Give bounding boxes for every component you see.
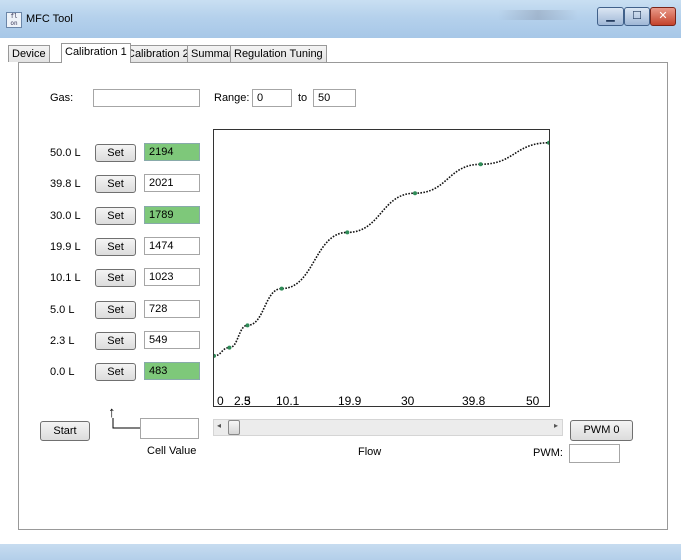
set-button[interactable]: Set bbox=[95, 175, 136, 193]
flow-slider[interactable]: ◂ ▸ bbox=[213, 419, 563, 436]
pwm-input[interactable] bbox=[569, 444, 620, 463]
close-button[interactable]: ✕ bbox=[650, 7, 676, 26]
calibration-value-field[interactable]: 2194 bbox=[144, 143, 200, 161]
tab-device[interactable]: Device bbox=[8, 45, 50, 62]
cell-value-input[interactable] bbox=[140, 418, 199, 439]
elbow-connector-line bbox=[112, 418, 140, 429]
minimize-button[interactable]: ▁ bbox=[597, 7, 624, 26]
tab-calibration-2[interactable]: Calibration 2 bbox=[123, 45, 193, 62]
calibration-flow-label: 2.3 L bbox=[50, 335, 75, 347]
calibration-point bbox=[547, 140, 549, 145]
calibration-flow-label: 10.1 L bbox=[50, 272, 81, 284]
range-to-input[interactable]: 50 bbox=[313, 89, 356, 107]
calibration-flow-label: 19.9 L bbox=[50, 241, 81, 253]
cell-value-label: Cell Value bbox=[147, 445, 197, 457]
start-button[interactable]: Start bbox=[40, 421, 90, 441]
calibration-point bbox=[227, 345, 232, 350]
calibration-point bbox=[478, 162, 483, 167]
x-tick-label: 30 bbox=[401, 394, 415, 408]
tab-regulation-tuning[interactable]: Regulation Tuning bbox=[230, 45, 327, 62]
range-label: Range: bbox=[214, 92, 250, 104]
calibration-curve bbox=[214, 141, 549, 357]
maximize-button[interactable]: ☐ bbox=[624, 7, 650, 26]
calibration-value-field[interactable]: 728 bbox=[144, 300, 200, 318]
calibration-flow-label: 39.8 L bbox=[50, 178, 81, 190]
calibration-flow-label: 5.0 L bbox=[50, 304, 75, 316]
blurred-title-text bbox=[498, 10, 578, 20]
set-button[interactable]: Set bbox=[95, 238, 136, 256]
x-tick-label: 10.1 bbox=[276, 394, 300, 408]
set-button[interactable]: Set bbox=[95, 207, 136, 225]
calibration-value-field[interactable]: 2021 bbox=[144, 174, 200, 192]
calibration-value-field[interactable]: 1474 bbox=[144, 237, 200, 255]
window-bottom-frame bbox=[0, 544, 681, 560]
window-title: MFC Tool bbox=[26, 13, 73, 25]
x-tick-label: 5 bbox=[244, 394, 251, 408]
pwm-label: PWM: bbox=[533, 447, 563, 459]
set-button[interactable]: Set bbox=[95, 332, 136, 350]
calibration-point bbox=[279, 286, 284, 291]
calibration-point bbox=[413, 191, 417, 196]
calibration-flow-label: 50.0 L bbox=[50, 147, 81, 159]
range-to-label: to bbox=[298, 92, 308, 104]
flow-label: Flow bbox=[358, 446, 382, 458]
title-bar: fl on MFC Tool ▁ ☐ ✕ bbox=[0, 0, 681, 38]
gas-input[interactable] bbox=[93, 89, 200, 107]
slider-right-arrow-icon[interactable]: ▸ bbox=[554, 421, 558, 430]
calibration-point bbox=[345, 230, 350, 235]
set-button[interactable]: Set bbox=[95, 269, 136, 287]
calibration-point bbox=[214, 353, 216, 358]
chart-svg bbox=[214, 140, 549, 358]
calibration-value-field[interactable]: 1789 bbox=[144, 206, 200, 224]
pwm-button[interactable]: PWM 0 bbox=[570, 420, 633, 441]
app-icon: fl on bbox=[6, 12, 22, 28]
calibration-flow-label: 0.0 L bbox=[50, 366, 75, 378]
x-tick-label: 0 bbox=[217, 394, 224, 408]
set-button[interactable]: Set bbox=[95, 363, 136, 381]
gas-label: Gas: bbox=[50, 92, 74, 104]
slider-thumb[interactable] bbox=[228, 420, 240, 435]
x-tick-label: 50 bbox=[526, 394, 540, 408]
calibration-flow-label: 30.0 L bbox=[50, 210, 81, 222]
x-tick-label: 39.8 bbox=[462, 394, 486, 408]
app-window: fl on MFC Tool ▁ ☐ ✕ Device Calibration 1… bbox=[0, 0, 681, 560]
calibration-chart bbox=[213, 129, 550, 407]
x-tick-label: 19.9 bbox=[338, 394, 362, 408]
set-button[interactable]: Set bbox=[95, 301, 136, 319]
calibration-value-field[interactable]: 1023 bbox=[144, 268, 200, 286]
range-from-input[interactable]: 0 bbox=[252, 89, 292, 107]
set-button[interactable]: Set bbox=[95, 144, 136, 162]
calibration-value-field[interactable]: 483 bbox=[144, 362, 200, 380]
calibration-point bbox=[245, 323, 250, 328]
calibration-value-field[interactable]: 549 bbox=[144, 331, 200, 349]
tab-calibration-1[interactable]: Calibration 1 bbox=[61, 43, 131, 63]
slider-left-arrow-icon[interactable]: ◂ bbox=[217, 421, 221, 430]
